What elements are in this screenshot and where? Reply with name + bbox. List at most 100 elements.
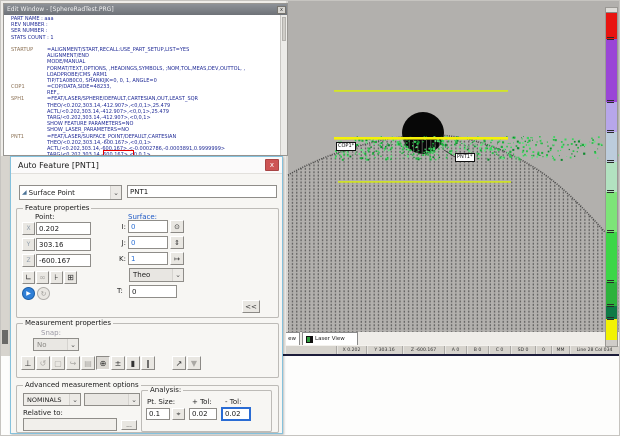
theo-value: Theo <box>130 271 150 279</box>
axis-row-x: X <box>22 222 91 235</box>
coordinate-input-y[interactable] <box>36 238 91 251</box>
edit-window[interactable]: Edit Window - [SphereRadTest.PRG] x PART… <box>3 3 288 156</box>
tolerance-bar-icon[interactable]: ± <box>111 356 125 370</box>
axis-row-y: Y <box>22 238 91 251</box>
tab-laser-view[interactable]: Laser View <box>302 332 358 345</box>
code-text: SHOW FEATURE PARAMETERS=NO <box>47 121 133 127</box>
undo-icon[interactable]: ↺ <box>36 356 50 370</box>
edit-window-close-button[interactable]: x <box>277 6 286 14</box>
minus-tol-input[interactable] <box>222 408 250 420</box>
code-text: =FEAT/LASER/SURFACE_POINT/DEFAULT,CARTES… <box>47 134 176 140</box>
feature-type-dropdown[interactable]: ◢ Surface Point ⌄ <box>19 185 122 200</box>
color-scale-tick <box>607 130 614 133</box>
color-scale-tick <box>607 304 614 307</box>
axis-lock-button-z[interactable]: Z <box>22 254 35 267</box>
grid-icon[interactable]: ⊞ <box>64 271 77 284</box>
snap-to-surface-icon[interactable]: ⊙ <box>170 220 184 233</box>
filter-icon[interactable]: ▼ <box>187 356 201 370</box>
axes-icon[interactable]: ∟ <box>22 271 35 284</box>
color-scale-segment <box>606 282 617 306</box>
touch-point-icon[interactable]: ⊥ <box>21 356 35 370</box>
code-text: FORMAT/TEXT,OPTIONS, ,HEADINGS,SYMBOLS, … <box>47 66 245 72</box>
color-scale-segment <box>606 132 617 162</box>
code-text: LOADPROBE/CMS_ARM1 <box>47 72 107 78</box>
feature-id-label: STARTUP <box>11 47 33 53</box>
pcdmis-app: COP1* PNT1* ew Laser View X 0.202Y 303.1… <box>0 0 620 436</box>
tab-partial-label: ew <box>288 336 296 342</box>
code-text: =COP/DATA,SIDE=48233, <box>47 84 111 90</box>
relative-to-input[interactable] <box>23 418 117 431</box>
vector-input-i[interactable] <box>128 220 168 233</box>
measurement-toolbar: ⊥↺▢↪▤⊕±▮‖ ↗▼ <box>21 356 201 370</box>
pitch-marks-icon[interactable]: ‖ <box>141 356 155 370</box>
feature-name-input[interactable] <box>127 185 277 198</box>
color-scale-segment <box>606 232 617 282</box>
browse-button[interactable]: ... <box>121 420 137 430</box>
dialog-titlebar[interactable]: Auto Feature [PNT1] x <box>11 157 282 174</box>
redo-icon[interactable]: ↪ <box>66 356 80 370</box>
code-text: TIP/T1A0B0C0, SHANKIJK=0, 0, 1, ANGLE=0 <box>47 78 157 84</box>
dialog-close-button[interactable]: x <box>265 159 279 171</box>
edit-window-titlebar[interactable]: Edit Window - [SphereRadTest.PRG] x <box>4 4 287 15</box>
point-path-icon[interactable]: ↗ <box>172 356 186 370</box>
box-select-icon[interactable]: ▢ <box>51 356 65 370</box>
left-scrollbar-thumb[interactable] <box>2 330 8 344</box>
axis-lock-button-x[interactable]: X <box>22 222 35 235</box>
theo-dropdown[interactable]: Theo ⌄ <box>129 268 184 282</box>
chevron-down-icon: ⌄ <box>172 269 183 281</box>
feature-type-value: Surface Point <box>29 189 75 197</box>
vector-input-k[interactable] <box>128 252 168 265</box>
point-cloud-graphic <box>286 1 620 332</box>
laser-view-canvas[interactable]: COP1* PNT1* <box>286 1 620 332</box>
vector-input-j[interactable] <box>128 236 168 249</box>
find-nominal-icon[interactable]: ∞ <box>36 271 49 284</box>
color-scale-bar <box>606 13 617 340</box>
vector-label: I: <box>114 223 126 231</box>
collapse-dialog-button[interactable]: << <box>242 300 260 313</box>
code-line[interactable]: TARG/<0.202,303.14,-600.167>,<0,0,1> <box>4 152 280 155</box>
reread-nominals-button[interactable]: ↻ <box>37 287 50 300</box>
pt-size-input[interactable] <box>146 408 170 420</box>
block-width-icon[interactable]: ▮ <box>126 356 140 370</box>
code-text: =ALIGNMENT/START,RECALL:USE_PART_SETUP,L… <box>47 47 189 53</box>
vector-row-j: J:⇕ <box>114 236 184 249</box>
status-field: 0 <box>535 346 551 354</box>
code-lines: PART NAME : aaaREV NUMBER :SER NUMBER :S… <box>4 16 280 155</box>
color-scale-tick <box>607 160 614 163</box>
chevron-down-icon: ⌄ <box>67 339 78 350</box>
point-zoom-icon[interactable]: ⌖ <box>172 408 185 420</box>
edit-window-scrollbar[interactable] <box>280 15 287 155</box>
tab-graphics-view-partial[interactable]: ew <box>286 332 300 345</box>
levels-icon[interactable]: ▤ <box>81 356 95 370</box>
t-label: T: <box>117 287 123 295</box>
target-circle-icon[interactable]: ⊕ <box>96 356 110 370</box>
code-text: THEO/<0.202,303.14,-600.167>,<0,0,1> <box>47 140 151 146</box>
deviation-color-scale <box>605 7 618 347</box>
measurement-properties-label: Measurement properties <box>23 319 113 327</box>
coordinate-input-x[interactable] <box>36 222 91 235</box>
t-value-input[interactable] <box>129 285 177 298</box>
flip-vector-icon[interactable]: ⇕ <box>170 236 184 249</box>
analysis-group: Analysis: Pt. Size: + Tol: - Tol: ⌖ <box>141 390 272 432</box>
code-text: ALIGNMENT/END <box>47 53 89 59</box>
cop1-feature-label[interactable]: COP1* <box>336 142 356 151</box>
status-field: Y 303.16 <box>366 346 402 354</box>
color-scale-segment <box>606 192 617 232</box>
coordinate-input-z[interactable] <box>36 254 91 267</box>
view-tab-bar: ew Laser View <box>286 332 620 345</box>
point-distance-icon[interactable]: ⊦ <box>50 271 63 284</box>
edit-window-body[interactable]: PART NAME : aaaREV NUMBER :SER NUMBER :S… <box>4 15 280 155</box>
pnt1-feature-label[interactable]: PNT1* <box>455 153 475 162</box>
color-scale-tick <box>607 37 614 40</box>
color-scale-tick <box>607 190 614 193</box>
nominals-dropdown[interactable]: NOMINALS ⌄ <box>23 393 81 406</box>
align-vector-icon[interactable]: ↦ <box>170 252 184 265</box>
plus-tol-input[interactable] <box>189 408 217 420</box>
laser-line-active <box>334 137 508 140</box>
dialog-title: Auto Feature [PNT1] <box>18 161 99 170</box>
edit-window-title: Edit Window - [SphereRadTest.PRG] <box>7 4 114 15</box>
color-scale-tick <box>607 317 614 320</box>
color-scale-tick <box>607 280 614 283</box>
measure-play-button[interactable]: ▶ <box>22 287 35 300</box>
axis-lock-button-y[interactable]: Y <box>22 238 35 251</box>
